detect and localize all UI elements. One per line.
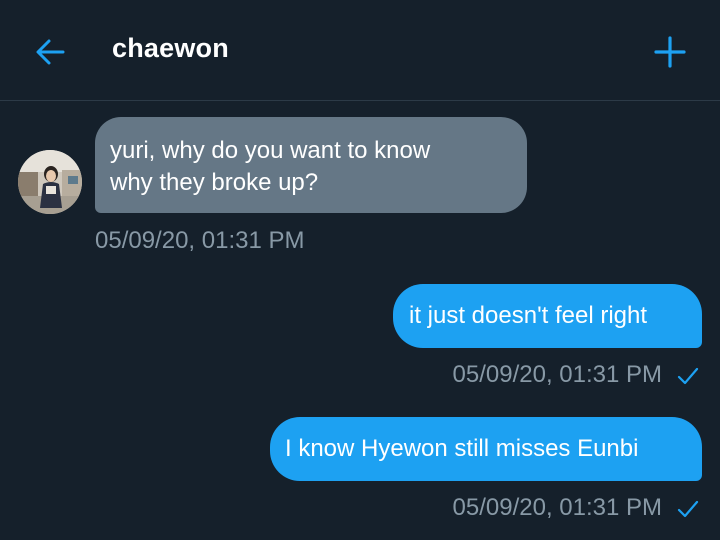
back-button[interactable] [28,30,72,74]
message-line: why they broke up? [110,169,319,196]
conversation-header: chaewon [0,0,720,101]
avatar-image [18,150,82,214]
message-timestamp: 05/09/20, 01:31 PM [452,361,662,388]
check-icon [677,500,699,518]
dm-conversation-screen: chaewon yuri, why do you want to know wh… [0,0,720,540]
add-button[interactable] [646,30,694,74]
message-timestamp: 05/09/20, 01:31 PM [95,227,305,254]
message-line: yuri, why do you want to know [110,137,431,164]
message-text: I know Hyewon still misses Eunbi [285,435,639,462]
arrow-left-icon [36,39,65,65]
conversation-title[interactable]: chaewon [112,33,229,64]
message-text: it just doesn't feel right [409,302,648,329]
plus-icon [654,36,686,68]
avatar[interactable] [18,150,82,214]
outgoing-message-bubble[interactable]: I know Hyewon still misses Eunbi [270,417,702,481]
incoming-message-bubble[interactable]: yuri, why do you want to know why they b… [95,117,527,213]
message-timestamp: 05/09/20, 01:31 PM [452,494,662,521]
check-icon [677,367,699,385]
outgoing-message-bubble[interactable]: it just doesn't feel right [393,284,702,348]
